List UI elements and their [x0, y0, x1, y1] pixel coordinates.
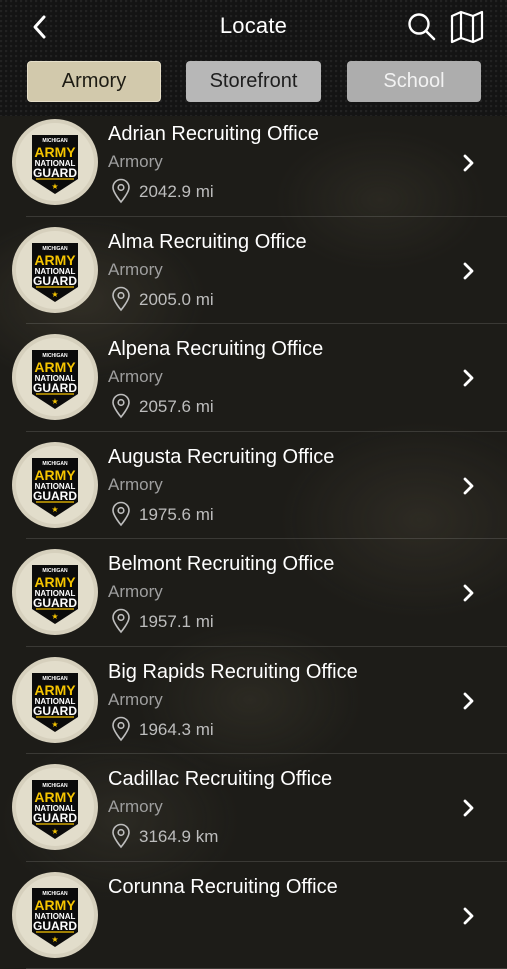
logo-star: ★ — [51, 397, 58, 406]
logo-star: ★ — [51, 935, 58, 944]
logo-star: ★ — [51, 827, 58, 836]
location-type: Armory — [108, 582, 163, 602]
chevron-right-icon — [459, 475, 477, 497]
filter-storefront[interactable]: Storefront — [186, 61, 321, 102]
location-pin-icon — [111, 823, 131, 849]
location-row[interactable]: MICHIGAN ARMY NATIONAL GUARD ★ Belmont R… — [0, 539, 507, 647]
logo-text-guard: GUARD — [33, 704, 77, 718]
location-distance: 2057.6 mi — [139, 397, 214, 417]
filter-armory[interactable]: Armory — [27, 61, 161, 102]
logo-star: ★ — [51, 612, 58, 621]
location-type: Armory — [108, 475, 163, 495]
logo-text-guard: GUARD — [33, 274, 77, 288]
location-list: MICHIGAN ARMY NATIONAL GUARD ★ Adrian Re… — [0, 109, 507, 969]
chevron-right-icon — [459, 152, 477, 174]
logo-text-army: ARMY — [34, 682, 76, 698]
logo-text-guard: GUARD — [33, 166, 77, 180]
chevron-right-icon — [459, 260, 477, 282]
logo-star: ★ — [51, 182, 58, 191]
army-national-guard-logo: MICHIGAN ARMY NATIONAL GUARD ★ — [12, 764, 98, 850]
location-distance: 1964.3 mi — [139, 720, 214, 740]
logo-star: ★ — [51, 505, 58, 514]
chevron-right-icon — [459, 367, 477, 389]
logo-text-guard: GUARD — [33, 489, 77, 503]
location-name: Alpena Recruiting Office — [108, 338, 323, 361]
location-distance: 1975.6 mi — [139, 505, 214, 525]
army-national-guard-logo: MICHIGAN ARMY NATIONAL GUARD ★ — [12, 657, 98, 743]
logo-text-guard: GUARD — [33, 596, 77, 610]
search-icon — [406, 11, 438, 43]
location-type: Armory — [108, 367, 163, 387]
location-pin-icon — [111, 393, 131, 419]
location-row[interactable]: MICHIGAN ARMY NATIONAL GUARD ★ Big Rapid… — [0, 647, 507, 755]
logo-text-guard: GUARD — [33, 919, 77, 933]
chevron-right-icon — [459, 582, 477, 604]
army-national-guard-logo: MICHIGAN ARMY NATIONAL GUARD ★ — [12, 119, 98, 205]
logo-star: ★ — [51, 720, 58, 729]
army-national-guard-logo: MICHIGAN ARMY NATIONAL GUARD ★ — [12, 334, 98, 420]
location-type: Armory — [108, 152, 163, 172]
location-row[interactable]: MICHIGAN ARMY NATIONAL GUARD ★ Augusta R… — [0, 432, 507, 540]
filter-school[interactable]: School — [347, 61, 481, 102]
location-type: Armory — [108, 260, 163, 280]
logo-text-guard: GUARD — [33, 381, 77, 395]
location-pin-icon — [111, 286, 131, 312]
location-type: Armory — [108, 690, 163, 710]
location-pin-icon — [111, 608, 131, 634]
location-pin-icon — [111, 716, 131, 742]
army-national-guard-logo: MICHIGAN ARMY NATIONAL GUARD ★ — [12, 549, 98, 635]
army-national-guard-logo: MICHIGAN ARMY NATIONAL GUARD ★ — [12, 227, 98, 313]
top-bar: Locate Armory Storefront School — [0, 0, 507, 116]
search-button[interactable] — [406, 11, 438, 43]
logo-text-army: ARMY — [34, 789, 76, 805]
location-row[interactable]: MICHIGAN ARMY NATIONAL GUARD ★ Cadillac … — [0, 754, 507, 862]
location-distance: 1957.1 mi — [139, 612, 214, 632]
army-national-guard-logo: MICHIGAN ARMY NATIONAL GUARD ★ — [12, 872, 98, 958]
map-icon — [449, 10, 485, 44]
location-distance: 2042.9 mi — [139, 182, 214, 202]
location-row[interactable]: MICHIGAN ARMY NATIONAL GUARD ★ Alpena Re… — [0, 324, 507, 432]
chevron-right-icon — [459, 690, 477, 712]
location-row[interactable]: MICHIGAN ARMY NATIONAL GUARD ★ Corunna R… — [0, 862, 507, 969]
logo-text-army: ARMY — [34, 897, 76, 913]
location-pin-icon — [111, 501, 131, 527]
army-national-guard-logo: MICHIGAN ARMY NATIONAL GUARD ★ — [12, 442, 98, 528]
logo-text-army: ARMY — [34, 359, 76, 375]
location-row[interactable]: MICHIGAN ARMY NATIONAL GUARD ★ Adrian Re… — [0, 109, 507, 217]
logo-text-guard: GUARD — [33, 811, 77, 825]
logo-text-army: ARMY — [34, 144, 76, 160]
location-pin-icon — [111, 178, 131, 204]
chevron-right-icon — [459, 905, 477, 927]
location-name: Alma Recruiting Office — [108, 231, 307, 254]
chevron-right-icon — [459, 797, 477, 819]
location-name: Adrian Recruiting Office — [108, 123, 319, 146]
location-row[interactable]: MICHIGAN ARMY NATIONAL GUARD ★ Alma Recr… — [0, 217, 507, 325]
location-name: Corunna Recruiting Office — [108, 876, 338, 899]
location-type: Armory — [108, 797, 163, 817]
map-button[interactable] — [449, 10, 485, 44]
logo-text-army: ARMY — [34, 467, 76, 483]
logo-text-army: ARMY — [34, 252, 76, 268]
location-name: Cadillac Recruiting Office — [108, 768, 332, 791]
location-name: Belmont Recruiting Office — [108, 553, 334, 576]
location-name: Big Rapids Recruiting Office — [108, 661, 358, 684]
logo-text-army: ARMY — [34, 574, 76, 590]
location-distance: 2005.0 mi — [139, 290, 214, 310]
location-distance: 3164.9 km — [139, 827, 218, 847]
location-name: Augusta Recruiting Office — [108, 446, 334, 469]
logo-star: ★ — [51, 290, 58, 299]
